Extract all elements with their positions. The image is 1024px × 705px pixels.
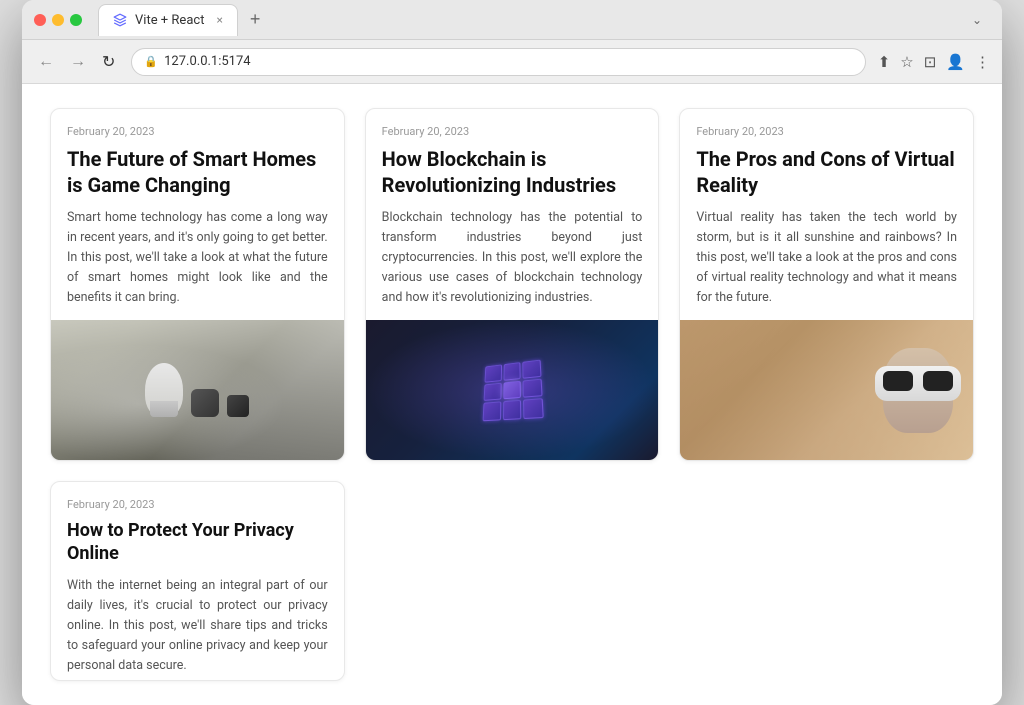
address-bar: ← → ↻ 🔒 127.0.0.1:5174 ⬆ ☆ ⊡ 👤 ⋮ <box>22 40 1002 84</box>
active-tab[interactable]: Vite + React × <box>98 4 238 36</box>
card-date: February 20, 2023 <box>382 125 643 138</box>
back-button[interactable]: ← <box>34 50 58 74</box>
card-blockchain[interactable]: February 20, 2023 How Blockchain is Revo… <box>365 108 660 461</box>
blockchain-illustration <box>366 320 659 460</box>
cube-block <box>503 400 522 420</box>
address-protocol: 127.0.0.1:5174 <box>164 54 251 69</box>
split-button[interactable]: ⊡ <box>924 53 937 71</box>
vr-headset <box>883 348 953 433</box>
smart-home-illustration <box>51 320 344 460</box>
cube-block <box>523 360 542 379</box>
cube-block <box>523 378 543 398</box>
menu-button[interactable]: ⋮ <box>975 53 990 71</box>
blockchain-cube <box>483 360 544 422</box>
card-content: February 20, 2023 The Pros and Cons of V… <box>680 109 973 320</box>
close-traffic-light[interactable] <box>34 14 46 26</box>
cube-block <box>484 382 502 401</box>
address-text: 127.0.0.1:5174 <box>164 54 853 69</box>
card-title: The Future of Smart Homes is Game Changi… <box>67 146 328 198</box>
card-vr[interactable]: February 20, 2023 The Pros and Cons of V… <box>679 108 974 461</box>
refresh-button[interactable]: ↻ <box>98 50 119 74</box>
card-title: How to Protect Your Privacy Online <box>67 519 328 566</box>
tab-bar: Vite + React × + ⌄ <box>98 4 990 36</box>
vr-head <box>883 348 953 433</box>
card-content: February 20, 2023 The Future of Smart Ho… <box>51 109 344 320</box>
device-group <box>145 363 249 417</box>
card-excerpt: Virtual reality has taken the tech world… <box>696 208 957 308</box>
cube-block <box>503 362 521 380</box>
traffic-lights <box>34 14 82 26</box>
card-excerpt: Blockchain technology has the potential … <box>382 208 643 308</box>
tab-close-button[interactable]: × <box>216 13 222 27</box>
cube-block <box>485 364 502 382</box>
minimize-traffic-light[interactable] <box>52 14 64 26</box>
card-content: February 20, 2023 How Blockchain is Revo… <box>366 109 659 320</box>
browser-window: Vite + React × + ⌄ ← → ↻ 🔒 127.0.0.1:517… <box>22 0 1002 705</box>
vite-icon <box>113 13 127 27</box>
tab-label: Vite + React <box>135 13 204 28</box>
title-bar: Vite + React × + ⌄ <box>22 0 1002 40</box>
smart-device-mini <box>227 395 249 417</box>
profile-button[interactable]: 👤 <box>946 53 965 71</box>
card-image-blockchain <box>366 320 659 460</box>
vr-illustration <box>680 320 973 460</box>
cube-block <box>523 398 543 419</box>
blog-bottom-row: February 20, 2023 How to Protect Your Pr… <box>50 481 974 681</box>
maximize-traffic-light[interactable] <box>70 14 82 26</box>
address-bar-input[interactable]: 🔒 127.0.0.1:5174 <box>131 48 865 76</box>
card-content: February 20, 2023 How to Protect Your Pr… <box>51 482 344 681</box>
card-image-smart-home <box>51 320 344 460</box>
card-title: The Pros and Cons of Virtual Reality <box>696 146 957 198</box>
card-title: How Blockchain is Revolutionizing Indust… <box>382 146 643 198</box>
share-button[interactable]: ⬆ <box>878 53 891 71</box>
cube-block <box>503 380 521 399</box>
page-content: February 20, 2023 The Future of Smart Ho… <box>22 84 1002 705</box>
blog-grid: February 20, 2023 The Future of Smart Ho… <box>50 108 974 461</box>
smart-speaker-small <box>191 389 219 417</box>
tab-overflow-button[interactable]: ⌄ <box>972 13 982 27</box>
card-date: February 20, 2023 <box>67 125 328 138</box>
toolbar-right: ⬆ ☆ ⊡ 👤 ⋮ <box>878 53 990 71</box>
cube-block <box>483 402 501 422</box>
lock-icon: 🔒 <box>144 55 158 68</box>
card-privacy[interactable]: February 20, 2023 How to Protect Your Pr… <box>50 481 345 681</box>
card-excerpt: With the internet being an integral part… <box>67 576 328 676</box>
card-date: February 20, 2023 <box>696 125 957 138</box>
forward-button[interactable]: → <box>66 50 90 74</box>
card-smart-home[interactable]: February 20, 2023 The Future of Smart Ho… <box>50 108 345 461</box>
google-home-device <box>145 363 183 417</box>
card-excerpt: Smart home technology has come a long wa… <box>67 208 328 308</box>
nav-buttons: ← → ↻ <box>34 50 119 74</box>
bookmark-button[interactable]: ☆ <box>900 53 913 71</box>
card-image-vr <box>680 320 973 460</box>
new-tab-button[interactable]: + <box>242 9 269 30</box>
card-date: February 20, 2023 <box>67 498 328 511</box>
vr-device <box>875 366 961 401</box>
